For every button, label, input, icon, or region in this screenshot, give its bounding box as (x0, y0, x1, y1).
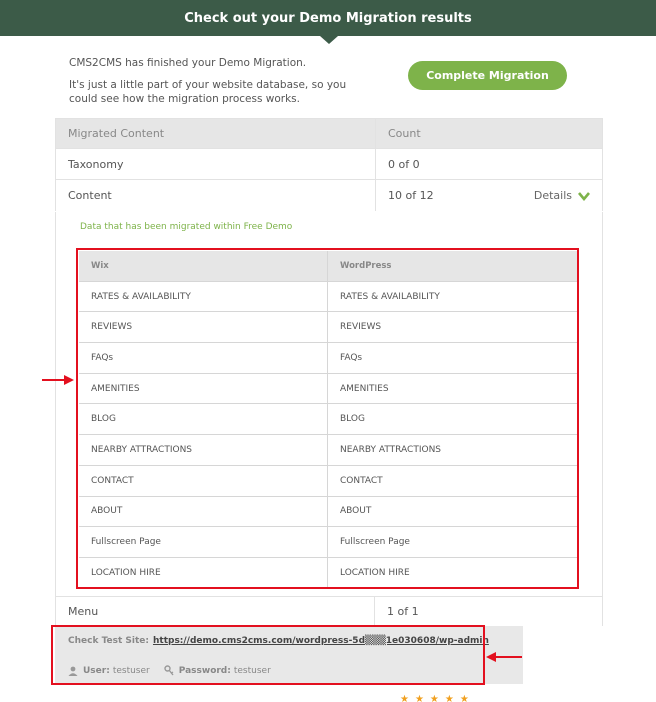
row-name: Content (56, 180, 376, 211)
key-icon (164, 665, 174, 676)
user-label: User: (83, 665, 110, 676)
test-site-label: Check Test Site: (68, 636, 149, 646)
table-row: CONTACT CONTACT (79, 465, 577, 497)
table-row: FAQs FAQs (79, 343, 577, 374)
details-label: Details (533, 189, 572, 202)
table-row: AMENITIES AMENITIES (79, 373, 577, 405)
header-title: Check out your Demo Migration results (184, 10, 472, 26)
table-row: REVIEWS REVIEWS (79, 312, 577, 344)
row-count: 1 of 1 (375, 597, 603, 626)
intro: CMS2CMS has finished your Demo Migration… (69, 56, 369, 114)
source-cell: LOCATION HIRE (79, 557, 328, 589)
target-cell: CONTACT (340, 475, 383, 486)
source-cell: FAQs (79, 343, 328, 373)
row-name: Menu (55, 597, 375, 626)
details-toggle[interactable]: Details (534, 180, 590, 211)
target-cell: BLOG (340, 414, 365, 425)
source-cell: Fullscreen Page (79, 527, 328, 557)
header-count: Count (388, 127, 421, 140)
intro-line-1: CMS2CMS has finished your Demo Migration… (69, 57, 307, 69)
header-migrated-content: Migrated Content (56, 119, 376, 148)
table-row: NEARBY ATTRACTIONS NEARBY ATTRACTIONS (79, 435, 577, 466)
source-cell: NEARBY ATTRACTIONS (79, 435, 328, 465)
target-cell: NEARBY ATTRACTIONS (340, 444, 442, 455)
arrow-right-icon (42, 375, 74, 385)
password-value: testuser (233, 665, 271, 676)
intro-line-2: It's just a little part of your website … (69, 79, 347, 105)
table-row: LOCATION HIRE LOCATION HIRE (79, 557, 577, 589)
password-label: Password: (178, 665, 231, 676)
source-cell: ABOUT (79, 496, 328, 527)
table-row: BLOG BLOG (79, 404, 577, 436)
test-site-line: Check Test Site: https://demo.cms2cms.com… (68, 636, 489, 646)
target-cell: AMENITIES (340, 383, 389, 394)
test-site-link[interactable]: https://demo.cms2cms.com/wordpress-5d▒▒▒… (153, 636, 489, 646)
migration-header-row: Wix WordPress (79, 251, 577, 282)
target-cell: Fullscreen Page (340, 537, 410, 548)
source-cell: AMENITIES (79, 373, 328, 404)
summary-row-menu: Menu 1 of 1 (55, 596, 603, 626)
row-name: Taxonomy (56, 149, 376, 179)
source-cell: REVIEWS (79, 312, 328, 343)
migration-table: Wix WordPress RATES & AVAILABILITY RATES… (79, 251, 577, 589)
source-cell: CONTACT (79, 465, 328, 496)
summary-header-row: Migrated Content Count (55, 118, 603, 149)
target-cell: RATES & AVAILABILITY (340, 291, 440, 302)
user-value: testuser (112, 665, 150, 676)
header-notch (320, 36, 338, 44)
table-row: ABOUT ABOUT (79, 496, 577, 528)
migrated-note: Data that has been migrated within Free … (80, 222, 293, 232)
target-cell: LOCATION HIRE (340, 568, 410, 579)
page-header: Check out your Demo Migration results (0, 0, 656, 36)
user-icon (68, 666, 78, 676)
summary-row-taxonomy: Taxonomy 0 of 0 (55, 149, 603, 180)
table-row: RATES & AVAILABILITY RATES & AVAILABILIT… (79, 281, 577, 313)
target-cell: ABOUT (340, 506, 372, 517)
header-source: Wix (79, 251, 328, 281)
row-count: 0 of 0 (388, 157, 420, 171)
source-cell: RATES & AVAILABILITY (79, 281, 328, 312)
arrow-left-icon (486, 652, 522, 662)
rating-stars-icon: ★★★★★ (400, 694, 475, 702)
summary-table: Migrated Content Count Taxonomy 0 of 0 C… (55, 118, 603, 211)
complete-migration-button[interactable]: Complete Migration (408, 61, 567, 90)
target-cell: REVIEWS (340, 322, 382, 333)
chevron-down-icon (578, 191, 590, 201)
table-row: Fullscreen Page Fullscreen Page (79, 527, 577, 558)
test-site-panel: Check Test Site: https://demo.cms2cms.com… (55, 626, 523, 684)
target-cell: FAQs (340, 352, 363, 363)
credentials: User: testuser Password: testuser (68, 665, 285, 676)
header-target: WordPress (340, 260, 392, 271)
summary-row-content: Content 10 of 12 Details (55, 180, 603, 211)
source-cell: BLOG (79, 404, 328, 435)
